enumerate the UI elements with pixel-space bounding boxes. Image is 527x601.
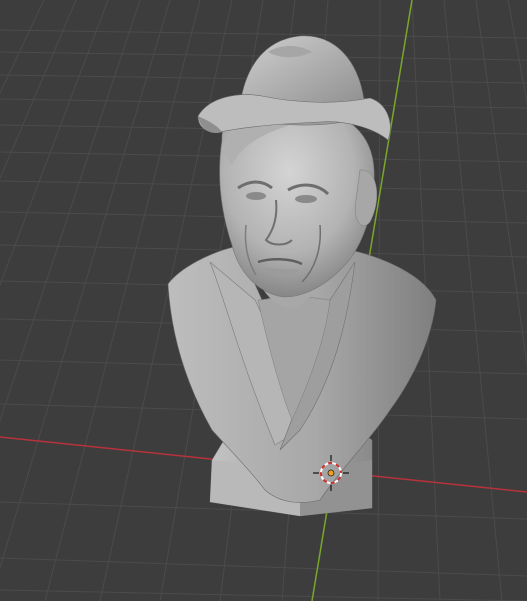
3d-viewport[interactable] <box>0 0 527 601</box>
origin-dot-icon <box>327 469 335 477</box>
bust-model[interactable] <box>167 35 437 517</box>
